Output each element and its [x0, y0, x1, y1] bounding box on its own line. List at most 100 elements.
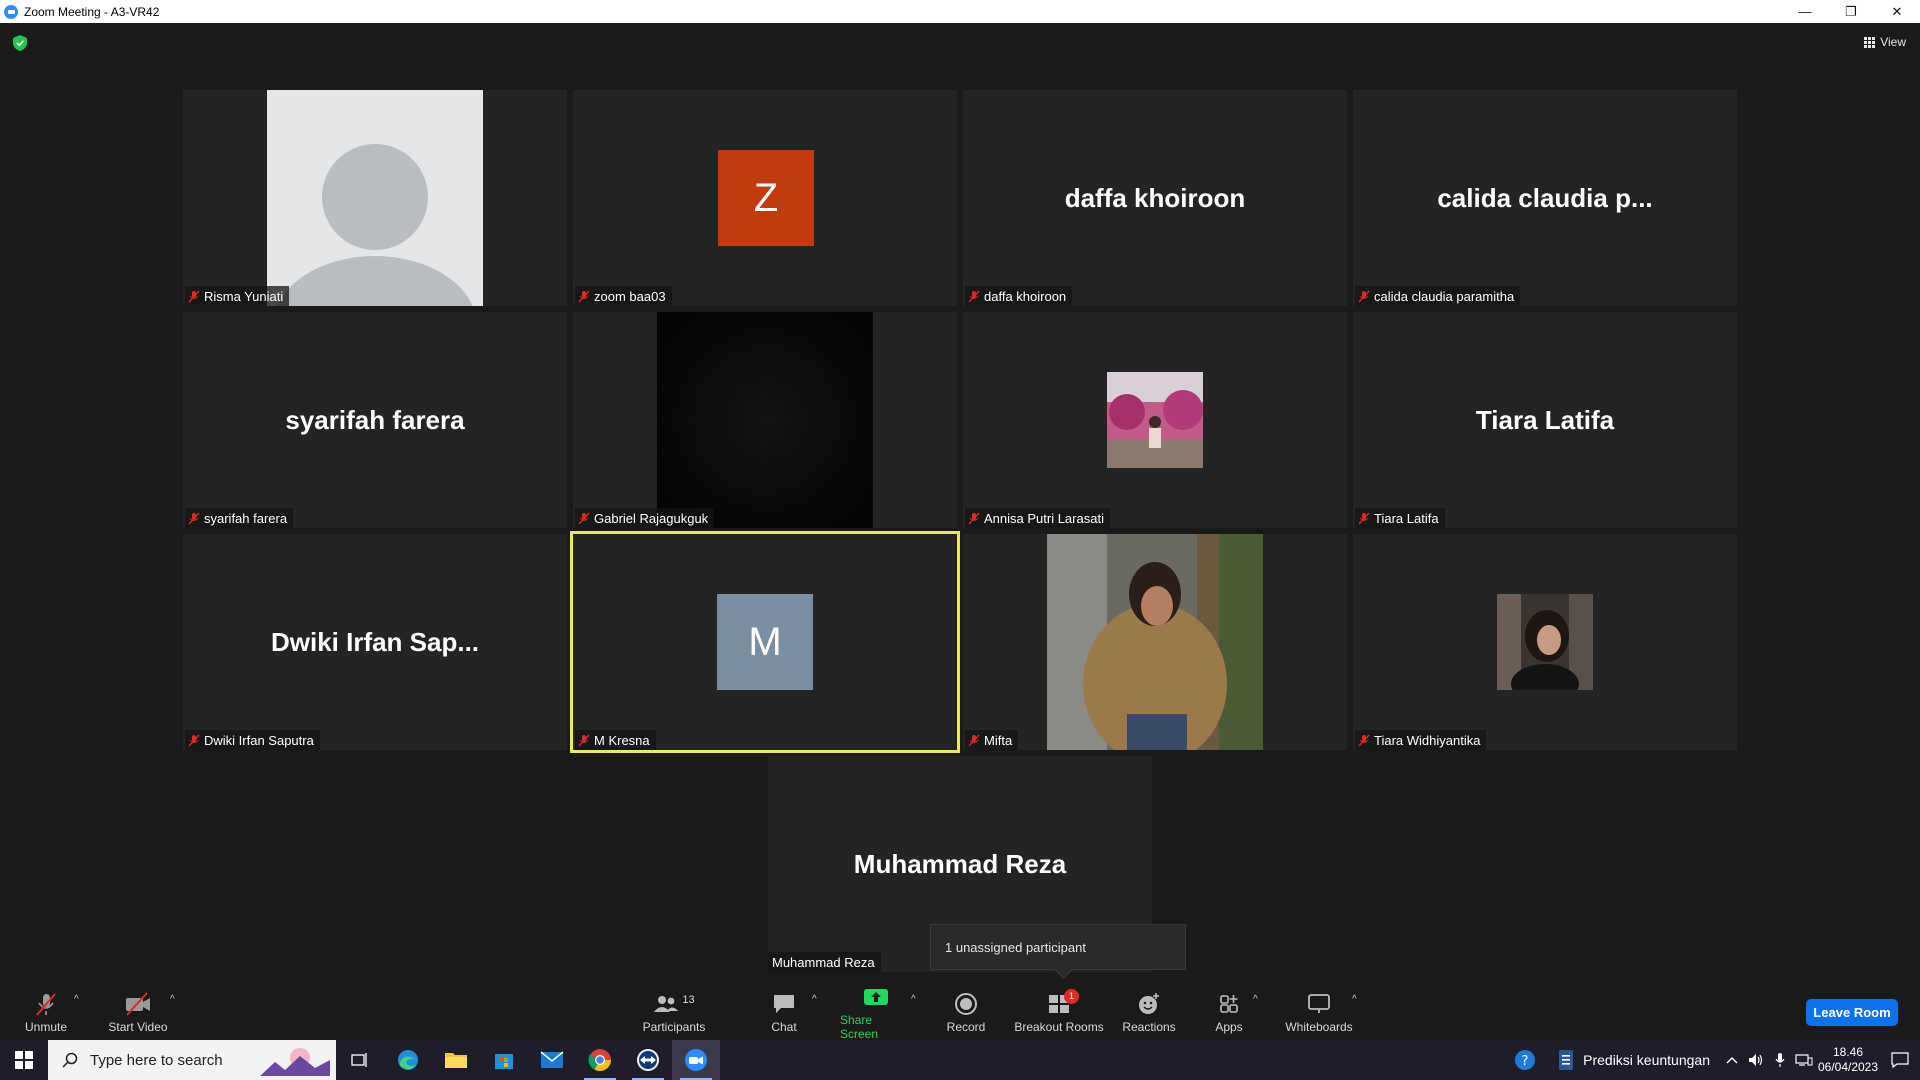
- record-button[interactable]: Record: [944, 980, 988, 1044]
- participant-display-name: Tiara Latifa: [1475, 404, 1615, 435]
- participant-tile[interactable]: Tiara Latifa Tiara Latifa: [1353, 312, 1737, 528]
- participant-tile[interactable]: syarifah farera syarifah farera: [183, 312, 567, 528]
- chat-button[interactable]: Chat: [764, 980, 804, 1044]
- profile-photo: [1107, 372, 1203, 468]
- participant-name-label: Tiara Latifa: [1355, 508, 1445, 528]
- muted-mic-icon: [1358, 734, 1370, 747]
- participant-tile[interactable]: calida claudia p... calida claudia param…: [1353, 90, 1737, 306]
- participants-button[interactable]: 13 Participants: [640, 980, 708, 1044]
- participants-count: 13: [682, 993, 695, 1006]
- help-tray-button[interactable]: ?: [1503, 1040, 1547, 1080]
- participant-tile[interactable]: Gabriel Rajagukguk: [573, 312, 957, 528]
- chrome-browser-icon: [588, 1049, 611, 1071]
- apps-options-caret[interactable]: ^: [1253, 994, 1258, 1005]
- muted-mic-icon: [188, 734, 200, 747]
- word-document-icon: [1559, 1050, 1574, 1070]
- participant-name-label: Mifta: [965, 730, 1019, 750]
- zoom-app-icon: [4, 4, 18, 19]
- participant-tile[interactable]: Annisa Putri Larasati: [963, 312, 1347, 528]
- store-icon: [495, 1054, 513, 1069]
- breakout-rooms-button[interactable]: 1 Breakout Rooms: [1013, 980, 1105, 1044]
- participant-display-name: calida claudia p...: [1437, 182, 1653, 213]
- participant-tile[interactable]: Mifta: [963, 534, 1347, 750]
- taskbar-chrome[interactable]: [576, 1040, 624, 1080]
- unassigned-participant-tooltip: 1 unassigned participant: [930, 924, 1186, 970]
- restore-button[interactable]: ❐: [1828, 0, 1874, 23]
- close-button[interactable]: ✕: [1874, 0, 1920, 23]
- participant-tile[interactable]: daffa khoiroon daffa khoiroon: [963, 90, 1347, 306]
- video-options-caret[interactable]: ^: [170, 994, 175, 1005]
- clock[interactable]: 18.46 06/04/2023: [1816, 1040, 1880, 1080]
- taskbar-mail[interactable]: [528, 1040, 576, 1080]
- taskbar-search-box[interactable]: Type here to search: [48, 1040, 336, 1080]
- network-button[interactable]: [1792, 1040, 1816, 1080]
- meeting-toolbar: Unmute ^ Start Video ^ 13 Participants C…: [0, 980, 1920, 1044]
- taskbar-document[interactable]: Prediksi keuntungan: [1547, 1040, 1720, 1080]
- mail-icon: [540, 1051, 564, 1068]
- title-bar: Zoom Meeting - A3-VR42 — ❐ ✕: [0, 0, 1920, 23]
- muted-mic-icon: [1358, 512, 1370, 525]
- show-hidden-icons-button[interactable]: [1720, 1040, 1744, 1080]
- active-speaker-tile[interactable]: M M Kresna: [570, 531, 960, 753]
- initial-avatar: M: [717, 594, 813, 690]
- participant-tile[interactable]: Tiara Widhiyantika: [1353, 534, 1737, 750]
- system-tray: ? Prediksi keuntungan 18.46 06/04/2023: [1503, 1040, 1920, 1080]
- search-placeholder: Type here to search: [90, 1051, 223, 1069]
- participant-tile[interactable]: Risma Yuniati: [183, 90, 567, 306]
- audio-options-caret[interactable]: ^: [74, 994, 79, 1005]
- participant-name-label: Dwiki Irfan Saputra: [185, 730, 320, 750]
- muted-mic-icon: [968, 290, 980, 303]
- folder-icon: [445, 1053, 467, 1068]
- unmute-button[interactable]: Unmute: [20, 980, 72, 1044]
- participant-video-feed: [1047, 534, 1263, 750]
- minimize-button[interactable]: —: [1782, 0, 1828, 23]
- reactions-emoji-icon: [1137, 991, 1161, 1017]
- microphone-button[interactable]: [1768, 1040, 1792, 1080]
- volume-button[interactable]: [1744, 1040, 1768, 1080]
- view-button[interactable]: View: [1864, 35, 1906, 49]
- participant-tile[interactable]: Dwiki Irfan Sap... Dwiki Irfan Saputra: [183, 534, 567, 750]
- taskbar-edge[interactable]: [384, 1040, 432, 1080]
- chat-options-caret[interactable]: ^: [812, 994, 817, 1005]
- chevron-up-icon: [1726, 1057, 1738, 1064]
- whiteboard-options-caret[interactable]: ^: [1352, 994, 1357, 1005]
- default-avatar-image: [267, 90, 483, 306]
- notifications-button[interactable]: [1880, 1040, 1920, 1080]
- participant-display-name: daffa khoiroon: [1064, 182, 1246, 213]
- windows-logo-icon: [15, 1051, 33, 1069]
- task-view-button[interactable]: [336, 1040, 384, 1080]
- participant-display-name: Dwiki Irfan Sap...: [270, 626, 480, 657]
- share-options-caret[interactable]: ^: [911, 994, 916, 1005]
- window-title: Zoom Meeting - A3-VR42: [24, 4, 160, 19]
- participants-icon: 13: [653, 991, 695, 1017]
- muted-mic-icon: [578, 734, 590, 747]
- record-icon: [954, 991, 978, 1017]
- muted-mic-icon: [1358, 290, 1370, 303]
- participant-name-label: syarifah farera: [185, 508, 294, 528]
- whiteboards-button[interactable]: Whiteboards: [1284, 980, 1354, 1044]
- muted-mic-icon: [968, 734, 980, 747]
- taskbar-teamviewer[interactable]: [624, 1040, 672, 1080]
- taskbar-zoom[interactable]: [672, 1040, 720, 1080]
- share-screen-button[interactable]: Share Screen: [840, 980, 912, 1044]
- reactions-button[interactable]: Reactions: [1122, 980, 1176, 1044]
- participant-name-label: Annisa Putri Larasati: [965, 508, 1110, 528]
- leave-room-button[interactable]: Leave Room: [1806, 999, 1898, 1026]
- start-button[interactable]: [0, 1040, 48, 1080]
- encryption-shield-icon[interactable]: [13, 35, 27, 51]
- network-icon: [1795, 1054, 1813, 1066]
- apps-button[interactable]: Apps: [1214, 980, 1244, 1044]
- apps-icon: [1218, 991, 1240, 1017]
- participant-name-label: Gabriel Rajagukguk: [575, 508, 715, 528]
- participant-name-label: Tiara Widhiyantika: [1355, 730, 1487, 750]
- participant-name-label: Risma Yuniati: [185, 286, 290, 306]
- participant-name-label: M Kresna: [575, 730, 656, 750]
- muted-mic-icon: [578, 290, 590, 303]
- taskbar-store[interactable]: [480, 1040, 528, 1080]
- view-label: View: [1880, 35, 1906, 49]
- participant-tile[interactable]: Z zoom baa03: [573, 90, 957, 306]
- zoom-app-icon: [685, 1049, 707, 1071]
- breakout-notification-badge: 1: [1064, 988, 1079, 1004]
- start-video-button[interactable]: Start Video: [106, 980, 170, 1044]
- taskbar-file-explorer[interactable]: [432, 1040, 480, 1080]
